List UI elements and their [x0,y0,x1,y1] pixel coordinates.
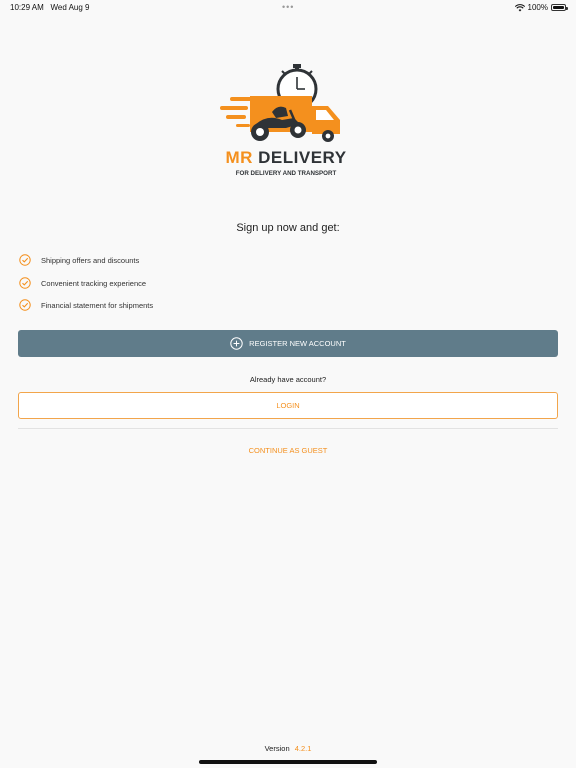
battery-percent: 100% [527,3,548,12]
version-number: 4.2.1 [294,744,312,753]
status-time: 10:29 AM [10,3,44,12]
logo-title: MR DELIVERY [216,148,356,168]
version-label: Version [264,744,290,753]
multitasking-dots-icon[interactable]: ••• [282,2,294,12]
register-new-account-button[interactable]: REGISTER NEW ACCOUNT [18,330,558,357]
divider [18,428,558,429]
logo-subtitle: FOR DELIVERY AND TRANSPORT [235,170,337,177]
login-button[interactable]: LOGIN [18,392,558,419]
already-have-account-text: Already have account? [249,375,327,384]
status-right: 100% [514,3,568,12]
check-circle-icon [19,299,31,311]
app-logo: MR DELIVERY FOR DELIVERY AND TRANSPORT [216,62,356,182]
app-version: Version 4.2.1 [0,744,576,753]
home-indicator[interactable] [199,760,377,764]
benefit-label: Financial statement for shipments [41,300,154,310]
logo-title-rest: DELIVERY [252,148,347,167]
benefit-item: Financial statement for shipments [19,298,153,312]
status-time-date: 10:29 AM Wed Aug 9 [10,3,89,12]
wifi-icon [514,3,525,11]
status-bar: 10:29 AM Wed Aug 9 ••• 100% [0,0,576,14]
login-button-label: LOGIN [276,401,300,410]
check-circle-icon [19,277,31,289]
logo-title-prefix: MR [225,148,253,167]
register-button-label: REGISTER NEW ACCOUNT [249,339,346,348]
benefit-item: Convenient tracking experience [19,276,146,290]
continue-as-guest-link[interactable]: CONTINUE AS GUEST [0,446,576,455]
page-headline: Sign up now and get: [236,222,340,234]
plus-circle-icon [230,337,243,350]
battery-icon [551,4,568,11]
check-circle-icon [19,254,31,266]
benefit-label: Convenient tracking experience [41,278,147,288]
benefit-item: Shipping offers and discounts [19,253,139,267]
benefit-label: Shipping offers and discounts [41,255,140,265]
delivery-logo-icon [220,64,340,142]
status-date: Wed Aug 9 [50,3,90,12]
